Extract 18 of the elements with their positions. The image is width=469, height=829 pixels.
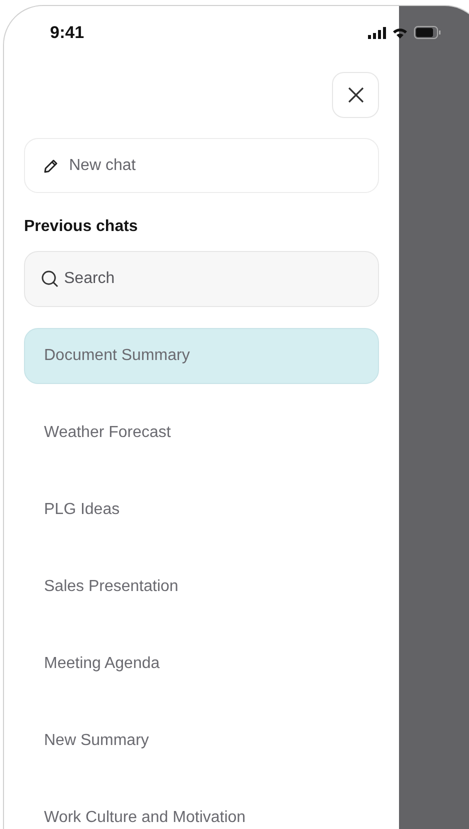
close-button[interactable] [332,72,379,118]
section-title: Previous chats [24,218,139,236]
wifi-icon [392,26,408,38]
chat-item[interactable]: Meeting Agenda [24,636,379,692]
status-time: 9:41 [50,22,84,42]
chat-item[interactable]: Sales Presentation [24,559,379,615]
chat-item[interactable]: Document Summary [24,328,379,384]
close-icon [346,86,364,104]
search-field[interactable]: Search [24,251,379,307]
battery-icon [414,26,441,39]
new-chat-button[interactable]: New chat [24,138,379,193]
chat-item[interactable]: Weather Forecast [24,405,379,461]
pencil-icon [43,158,59,174]
signal-icon [368,26,386,38]
chat-item[interactable]: Work Culture and Motivation [24,790,379,829]
search-icon [41,270,59,288]
chat-item[interactable]: PLG Ideas [24,482,379,538]
chat-item[interactable]: New Summary [24,713,379,769]
